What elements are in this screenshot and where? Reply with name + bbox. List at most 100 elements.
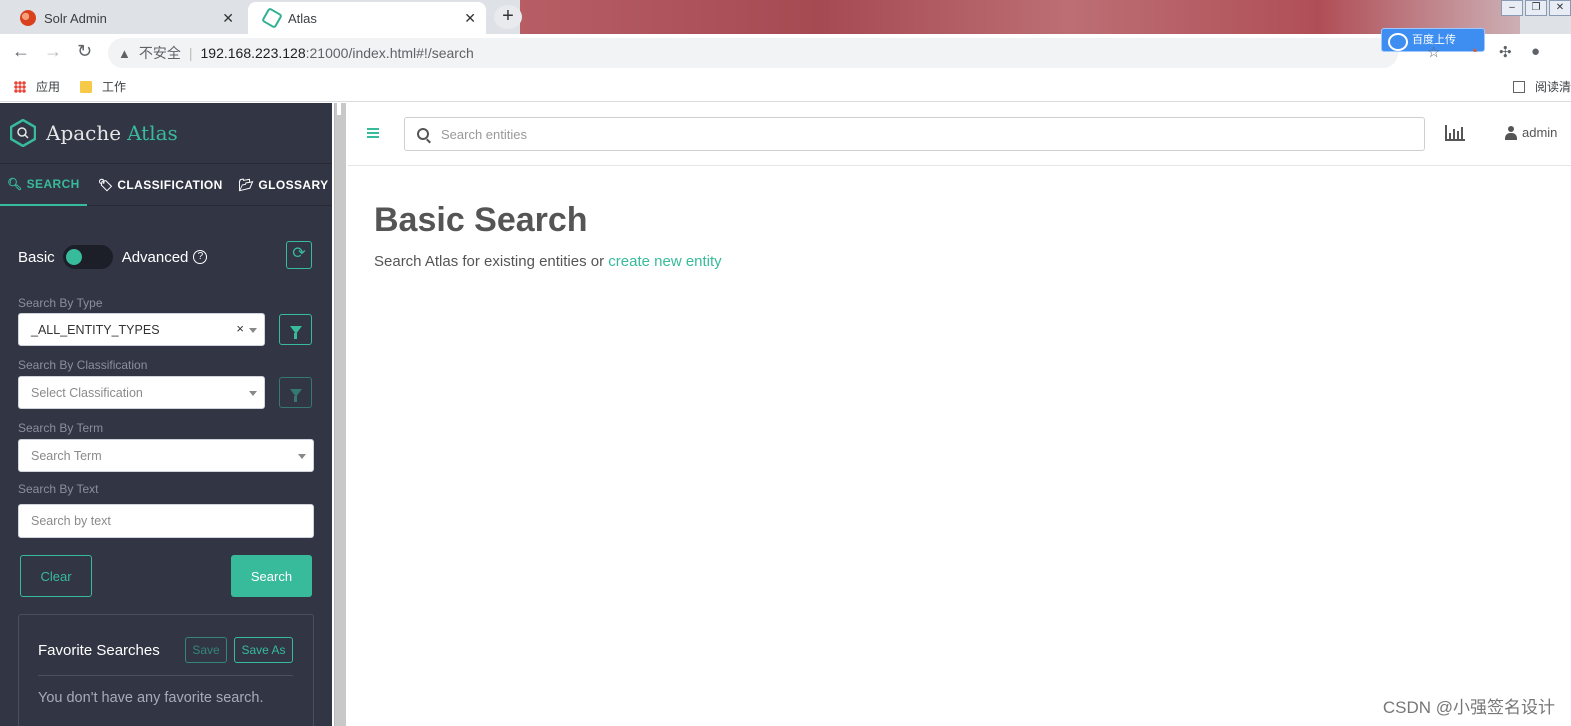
bookmarks-bar: 应用 工作 阅读清 — [0, 70, 1571, 102]
search-text-input[interactable]: Search by text — [18, 504, 314, 538]
sidebar-resize-handle[interactable] — [332, 103, 348, 726]
favorite-searches-title: Favorite Searches — [38, 642, 160, 659]
browser-tab-strip: Solr Admin ✕ Atlas ✕ + – ❐ ✕ — [0, 0, 1571, 34]
logo-name: Atlas — [127, 121, 178, 145]
tab-close-icon[interactable]: ✕ — [222, 10, 234, 27]
solr-favicon-icon — [20, 10, 36, 26]
tab-glossary[interactable]: 📂︎ GLOSSARY — [232, 164, 336, 206]
window-controls: – ❐ ✕ — [1501, 0, 1571, 16]
sidebar-tabs: 🔍︎ SEARCH 🏷︎ CLASSIFICATION 📂︎ GLOSSARY — [0, 163, 332, 206]
url-separator: | — [188, 45, 193, 61]
atlas-logo[interactable]: Apache Atlas — [9, 118, 178, 148]
divider — [38, 675, 293, 676]
tab-title: Solr Admin — [44, 10, 107, 26]
tab-search[interactable]: 🔍︎ SEARCH — [0, 164, 87, 206]
create-new-entity-link[interactable]: create new entity — [608, 253, 721, 270]
question-circle-icon[interactable]: ? — [193, 250, 208, 264]
type-select[interactable]: _ALL_ENTITY_TYPES × — [18, 313, 265, 346]
save-as-favorite-button[interactable]: Save As — [234, 637, 293, 663]
favorite-searches-panel: Favorite Searches Save Save As You don't… — [18, 614, 314, 726]
description-text: Search Atlas for existing entities or — [374, 253, 609, 270]
reading-list[interactable]: 阅读清 — [1512, 78, 1571, 95]
user-icon — [1505, 125, 1517, 140]
security-label[interactable]: 不安全 — [139, 43, 181, 63]
switch-knob — [65, 249, 82, 265]
extensions-area: 百度上传 ☆ ◔ ✣ ● — [1381, 28, 1571, 70]
global-search-placeholder: Search entities — [441, 126, 527, 142]
text-label: Search By Text — [18, 482, 99, 496]
splitter-bar[interactable] — [334, 103, 346, 726]
refresh-button[interactable]: ⟳ — [286, 241, 312, 269]
folder-open-icon: 📂︎ — [238, 178, 255, 192]
back-arrow-icon[interactable]: ← — [12, 41, 30, 62]
url-path: :21000/index.html#!/search — [305, 45, 474, 61]
star-icon[interactable]: ☆ — [1427, 43, 1440, 61]
type-select-value: _ALL_ENTITY_TYPES — [31, 322, 160, 337]
page-title: Basic Search — [374, 201, 588, 239]
term-select[interactable]: Search Term — [18, 439, 314, 472]
tab-solr-admin[interactable]: Solr Admin ✕ — [4, 2, 244, 34]
classification-filter-button[interactable] — [279, 377, 312, 408]
tab-close-icon[interactable]: ✕ — [464, 10, 476, 27]
tab-title: Atlas — [288, 10, 317, 26]
favorite-empty-text: You don't have any favorite search. — [38, 690, 264, 706]
menu-toggle-icon[interactable] — [367, 128, 379, 138]
sidebar: Apache Atlas 🔍︎ SEARCH 🏷︎ CLASSIFICATION… — [0, 103, 332, 726]
bookmark-label: 应用 — [36, 80, 61, 94]
url-field[interactable]: ▲ 不安全 | 192.168.223.128 :21000/index.htm… — [108, 38, 1398, 68]
maximize-icon[interactable]: ❐ — [1525, 0, 1547, 16]
term-label: Search By Term — [18, 421, 104, 435]
clear-type-icon[interactable]: × — [236, 321, 244, 336]
filter-icon — [289, 388, 302, 402]
chevron-down-icon — [249, 391, 257, 396]
type-filter-button[interactable] — [279, 314, 312, 345]
save-favorite-button[interactable]: Save — [185, 637, 227, 663]
type-label: Search By Type — [18, 296, 103, 310]
reload-icon[interactable]: ↻ — [77, 41, 92, 62]
filter-icon — [289, 325, 302, 339]
logo-prefix: Apache — [46, 121, 122, 145]
forward-arrow-icon[interactable]: → — [44, 41, 62, 62]
splitter-grip[interactable] — [337, 103, 341, 115]
address-bar: ← → ↻ ▲ 不安全 | 192.168.223.128 :21000/ind… — [0, 28, 1571, 70]
classification-placeholder: Select Classification — [31, 385, 143, 400]
global-search-input[interactable]: Search entities — [404, 117, 1425, 151]
chevron-down-icon — [298, 454, 306, 459]
page-description: Search Atlas for existing entities or cr… — [374, 253, 722, 270]
user-name: admin — [1522, 125, 1558, 140]
close-window-icon[interactable]: ✕ — [1549, 0, 1571, 16]
profile-icon[interactable]: ● — [1531, 43, 1540, 60]
bookmark-label: 工作 — [102, 80, 127, 94]
tab-label: CLASSIFICATION — [117, 178, 223, 192]
bookmark-work[interactable]: 工作 — [80, 78, 126, 95]
minimize-icon[interactable]: – — [1501, 0, 1523, 16]
search-icon — [417, 128, 429, 140]
tab-atlas[interactable]: Atlas ✕ — [248, 2, 486, 34]
puzzle-icon[interactable]: ✣ — [1499, 43, 1512, 61]
bar-chart-icon[interactable] — [1445, 125, 1465, 141]
atlas-favicon-icon — [261, 7, 283, 29]
main-content: Search entities admin Basic Search Searc… — [348, 103, 1571, 726]
extension-c-icon[interactable]: ◔ — [1469, 43, 1478, 60]
tab-classification[interactable]: 🏷︎ CLASSIFICATION — [91, 164, 230, 206]
warning-triangle-icon[interactable]: ▲ — [118, 46, 131, 61]
apps-grid-icon — [14, 80, 26, 93]
url-host: 192.168.223.128 — [200, 45, 306, 61]
chevron-down-icon — [249, 328, 257, 333]
folder-icon — [80, 80, 92, 93]
toggle-advanced-label: Advanced — [121, 248, 189, 266]
tab-label: GLOSSARY — [258, 178, 329, 192]
classification-select[interactable]: Select Classification — [18, 376, 265, 409]
search-button[interactable]: Search — [231, 555, 312, 597]
clear-button[interactable]: Clear — [20, 555, 92, 597]
tag-icon: 🏷︎ — [97, 178, 114, 192]
classification-label: Search By Classification — [18, 358, 148, 372]
tab-label: SEARCH — [26, 177, 80, 191]
basic-advanced-switch[interactable] — [62, 245, 113, 269]
atlas-hex-logo-icon — [9, 118, 37, 148]
term-placeholder: Search Term — [31, 448, 102, 463]
user-menu[interactable]: admin — [1505, 125, 1557, 140]
new-tab-button[interactable]: + — [494, 5, 522, 29]
text-placeholder: Search by text — [31, 514, 111, 528]
bookmark-apps[interactable]: 应用 — [14, 78, 60, 95]
